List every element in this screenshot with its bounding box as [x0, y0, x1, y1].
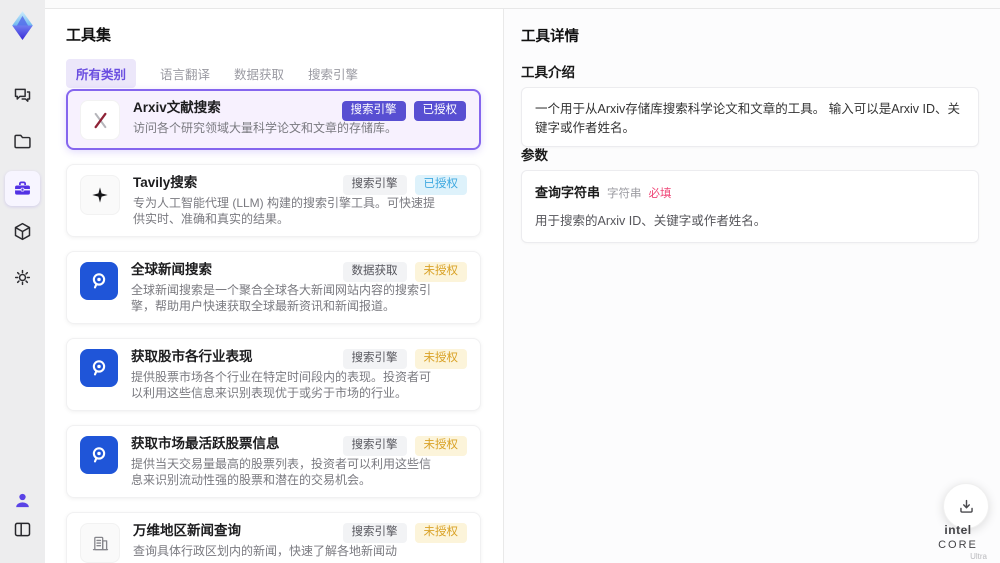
tab-3[interactable]: 搜索引擎: [308, 59, 358, 88]
category-badge: 搜索引擎: [342, 436, 407, 456]
toolbox-icon[interactable]: [5, 171, 40, 206]
param-type: 字符串: [607, 188, 642, 200]
tool-card-4[interactable]: 获取市场最活跃股票信息 提供当天交易量最高的股票列表，投资者可以利用这些信息来识别…: [66, 425, 481, 498]
download-icon: [959, 499, 973, 513]
panel-icon[interactable]: [8, 515, 37, 544]
param-required-badge: 必填: [648, 188, 672, 200]
tab-1[interactable]: 语言翻译: [160, 59, 210, 88]
tool-badges: 搜索引擎 已授权: [341, 101, 466, 121]
category-badge: 搜索引擎: [341, 101, 406, 121]
tool-card-list: Arxiv文献搜索 访问各个研究领域大量科学论文和文章的存储库。 搜索引擎 已授权 Ta…: [66, 89, 481, 563]
param-description: 用于搜索的Arxiv ID、关键字或作者姓名。: [535, 214, 767, 228]
blueq-icon: [80, 262, 118, 300]
tool-description: 提供当天交易量最高的股票列表，投资者可以利用这些信息来识别流动性强的股票和潜在的…: [131, 457, 432, 487]
params-heading: 参数: [521, 148, 548, 163]
tool-description: 访问各个研究领域大量科学论文和文章的存储库。: [133, 121, 398, 135]
intro-heading: 工具介绍: [521, 65, 575, 80]
tool-card-5[interactable]: 万维地区新闻查询 查询具体行政区划内的新闻，快速了解各地新闻动 搜索引擎 未授权: [66, 512, 481, 563]
ultra-wordmark: Ultra: [970, 552, 987, 561]
chat-icon[interactable]: [8, 81, 37, 110]
tool-description: 全球新闻搜索是一个聚合全球各大新闻网站内容的搜索引擎，帮助用户快速获取全球最新资…: [131, 283, 432, 313]
gear-icon[interactable]: [8, 263, 37, 292]
tool-detail-panel: 工具详情 工具介绍 一个用于从Arxiv存储库搜索科学论文和文章的工具。 输入可…: [504, 9, 1000, 563]
arxiv-logo-icon: [94, 112, 106, 128]
category-tabs: 所有类别 语言翻译 数据获取 搜索引擎: [66, 59, 358, 88]
detail-title: 工具详情: [521, 29, 579, 45]
tool-badges: 数据获取 未授权: [342, 262, 467, 282]
category-badge: 搜索引擎: [342, 523, 407, 543]
intro-text-box: 一个用于从Arxiv存储库搜索科学论文和文章的工具。 输入可以是Arxiv ID…: [521, 87, 979, 147]
folder-icon[interactable]: [8, 127, 37, 156]
category-badge: 数据获取: [342, 262, 407, 282]
intel-wordmark: intel: [944, 523, 972, 537]
unauthorized-badge: 未授权: [414, 436, 467, 456]
tool-description: 提供股票市场各个行业在特定时间段内的表现。投资者可以利用这些信息来识别表现优于或…: [131, 370, 432, 400]
tool-list-panel: 工具集 所有类别 语言翻译 数据获取 搜索引擎 Arxiv文献搜索 访问各个研究领域大量…: [45, 9, 535, 563]
app-logo-gem-icon: [6, 9, 39, 42]
category-badge: 搜索引擎: [342, 349, 407, 369]
tool-badges: 搜索引擎 未授权: [342, 523, 467, 543]
arxiv-icon: [80, 100, 120, 140]
cube-icon[interactable]: [8, 217, 37, 246]
left-rail: [0, 0, 45, 563]
tavily-star-icon: [92, 187, 108, 203]
param-header: 查询字符串 字符串 必填: [535, 182, 965, 201]
tab-2[interactable]: 数据获取: [234, 59, 284, 88]
tool-badges: 搜索引擎 未授权: [342, 436, 467, 456]
blueq-icon: [80, 349, 118, 387]
user-icon[interactable]: [8, 486, 37, 515]
tool-card-0[interactable]: Arxiv文献搜索 访问各个研究领域大量科学论文和文章的存储库。 搜索引擎 已授权: [66, 89, 481, 150]
blueq-icon: [80, 436, 118, 474]
tool-card-1[interactable]: Tavily搜索 专为人工智能代理 (LLM) 构建的搜索引擎工具。可快速提供实时…: [66, 164, 481, 237]
param-card: 查询字符串 字符串 必填 用于搜索的Arxiv ID、关键字或作者姓名。: [521, 170, 979, 243]
authorized-badge: 已授权: [413, 101, 466, 121]
core-wordmark: CORE: [938, 539, 978, 551]
tool-badges: 搜索引擎 已授权: [342, 175, 467, 195]
search-q-icon: [92, 447, 106, 463]
news-building-icon: [92, 536, 108, 550]
unauthorized-badge: 未授权: [414, 262, 467, 282]
search-q-icon: [92, 273, 106, 289]
unauthorized-badge: 未授权: [414, 523, 467, 543]
tool-badges: 搜索引擎 未授权: [342, 349, 467, 369]
param-name: 查询字符串: [535, 185, 601, 200]
tool-card-2[interactable]: 全球新闻搜索 全球新闻搜索是一个聚合全球各大新闻网站内容的搜索引擎，帮助用户快速获…: [66, 251, 481, 324]
category-badge: 搜索引擎: [342, 175, 407, 195]
page-title: 工具集: [66, 27, 112, 44]
tool-description: 专为人工智能代理 (LLM) 构建的搜索引擎工具。可快速提供实时、准确和真实的结…: [133, 196, 436, 226]
app-window: 工具集 所有类别 语言翻译 数据获取 搜索引擎 Arxiv文献搜索 访问各个研究领域大量…: [0, 0, 1000, 563]
unauthorized-badge: 未授权: [414, 349, 467, 369]
news-icon: [80, 523, 120, 563]
tool-card-3[interactable]: 获取股市各行业表现 提供股票市场各个行业在特定时间段内的表现。投资者可以利用这些信…: [66, 338, 481, 411]
tool-description: 查询具体行政区划内的新闻，快速了解各地新闻动: [133, 544, 398, 558]
window-top-strip: [45, 0, 1000, 8]
tab-0[interactable]: 所有类别: [66, 59, 137, 88]
search-q-icon: [92, 360, 106, 376]
authorized-badge: 已授权: [414, 175, 467, 195]
intel-core-logo: intel CORE Ultra: [925, 523, 991, 561]
tavily-icon: [80, 175, 120, 215]
